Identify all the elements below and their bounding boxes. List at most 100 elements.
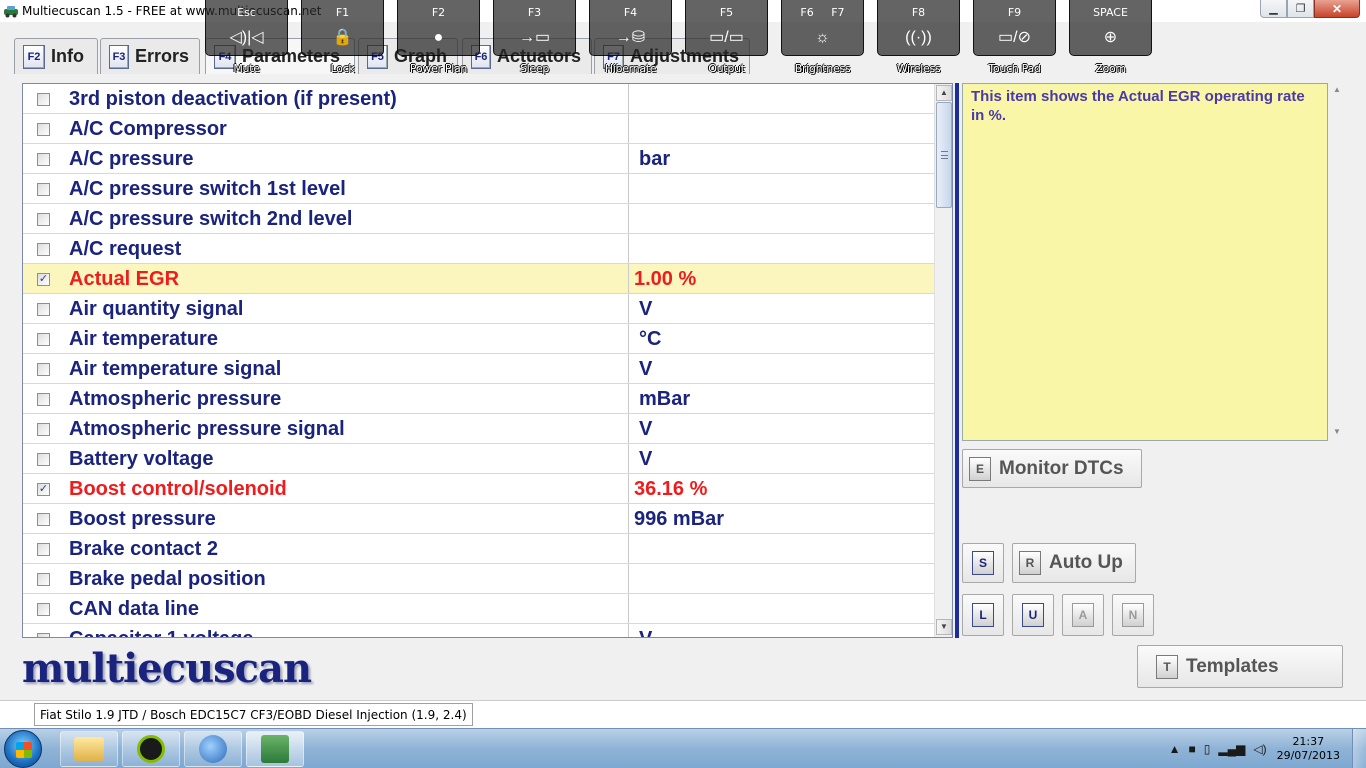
a-button[interactable]: A: [1062, 594, 1104, 636]
panel-divider: [955, 83, 959, 638]
auto-up-button[interactable]: R Auto Up: [1012, 543, 1136, 583]
table-row[interactable]: Air temperature signal V: [23, 354, 934, 384]
row-checkbox[interactable]: [37, 543, 50, 556]
taskbar-multiecuscan[interactable]: [246, 731, 304, 767]
table-row[interactable]: A/C pressure bar: [23, 144, 934, 174]
start-button[interactable]: [4, 730, 42, 768]
show-hidden-icon[interactable]: ▲: [1169, 742, 1181, 756]
osd-key-label: F3: [527, 6, 542, 19]
osd-key-power-plan[interactable]: F2 ●: [397, 0, 480, 56]
row-checkbox[interactable]: [37, 93, 50, 106]
multiecuscan-logo: multiecuscan: [22, 645, 312, 692]
network-icon[interactable]: ▂▄▆: [1218, 742, 1245, 756]
osd-key-hibernate[interactable]: F4 →⛁: [589, 0, 672, 56]
osd-key-brightness[interactable]: F6 F7 ☼: [781, 0, 864, 56]
taskbar: ▲ ■ ▯ ▂▄▆ ◁) 21:37 29/07/2013: [0, 728, 1366, 768]
parameter-value: V: [639, 298, 653, 320]
parameter-value: [629, 174, 934, 203]
row-checkbox[interactable]: [37, 153, 50, 166]
row-checkbox[interactable]: [37, 453, 50, 466]
table-row[interactable]: ✓ Boost control/solenoid 36.16 %: [23, 474, 934, 504]
row-checkbox[interactable]: [37, 603, 50, 616]
clock-date: 29/07/2013: [1276, 749, 1340, 762]
u-button[interactable]: U: [1012, 594, 1054, 636]
show-desktop-button[interactable]: [1352, 729, 1366, 768]
row-checkbox[interactable]: [37, 633, 50, 637]
row-checkbox[interactable]: [37, 363, 50, 376]
description-scrollbar[interactable]: ▲ ▼: [1330, 83, 1344, 441]
osd-key-output[interactable]: F5 ▭/▭: [685, 0, 768, 56]
table-row[interactable]: Brake contact 2: [23, 534, 934, 564]
row-checkbox[interactable]: [37, 213, 50, 226]
n-button[interactable]: N: [1112, 594, 1154, 636]
osd-key-touchpad[interactable]: F9 ▭/⊘: [973, 0, 1056, 56]
row-checkbox[interactable]: ✓: [37, 273, 50, 286]
tab-info[interactable]: F2 Info: [14, 38, 98, 74]
close-button[interactable]: ✕: [1314, 0, 1360, 18]
parameter-name: Air quantity signal: [65, 294, 629, 323]
scroll-up-button[interactable]: ▲: [936, 85, 952, 101]
table-row[interactable]: 3rd piston deactivation (if present): [23, 84, 934, 114]
s-button[interactable]: S: [962, 543, 1004, 583]
taskbar-spotify[interactable]: [122, 731, 180, 767]
scroll-thumb[interactable]: [936, 102, 952, 208]
osd-key-wireless[interactable]: F8 ((·)): [877, 0, 960, 56]
osd-key-lock[interactable]: F1 🔒: [301, 0, 384, 56]
table-row[interactable]: Atmospheric pressure signal V: [23, 414, 934, 444]
row-checkbox[interactable]: [37, 573, 50, 586]
osd-hotkey-bar: Esc ◁)|◁ F1 🔒 F2 ● F3 →▭ F4 →⛁ F5 ▭/▭ F6…: [205, 0, 1162, 60]
l-button[interactable]: L: [962, 594, 1004, 636]
table-row[interactable]: Battery voltage V: [23, 444, 934, 474]
zoom-icon: ⊕: [1103, 29, 1118, 46]
row-checkbox[interactable]: [37, 243, 50, 256]
taskbar-explorer[interactable]: [60, 731, 118, 767]
row-checkbox[interactable]: [37, 423, 50, 436]
table-row[interactable]: A/C request: [23, 234, 934, 264]
minimize-button[interactable]: ▁: [1260, 0, 1287, 18]
parameter-name: Boost control/solenoid: [65, 474, 629, 503]
scroll-down-button[interactable]: ▼: [936, 619, 952, 635]
row-checkbox[interactable]: [37, 513, 50, 526]
table-scrollbar[interactable]: ▲ ▼: [934, 84, 952, 637]
osd-key-sleep[interactable]: F3 →▭: [493, 0, 576, 56]
tab-errors[interactable]: F3 Errors: [100, 38, 200, 74]
row-checkbox[interactable]: [37, 393, 50, 406]
table-row[interactable]: Boost pressure 996 mBar: [23, 504, 934, 534]
flag-icon[interactable]: ■: [1189, 742, 1196, 756]
table-row[interactable]: CAN data line: [23, 594, 934, 624]
parameter-value: [629, 594, 934, 623]
osd-key-mute[interactable]: Esc ◁)|◁: [205, 0, 288, 56]
row-checkbox[interactable]: [37, 183, 50, 196]
taskbar-thunderbird[interactable]: [184, 731, 242, 767]
table-row[interactable]: ✓ Actual EGR 1.00 %: [23, 264, 934, 294]
arrow-down-icon[interactable]: ▼: [1333, 427, 1341, 436]
row-checkbox-cell: [23, 414, 65, 444]
table-row[interactable]: A/C pressure switch 2nd level: [23, 204, 934, 234]
display-output-icon: ▭/▭: [709, 29, 744, 46]
arrow-up-icon[interactable]: ▲: [1333, 85, 1341, 94]
osd-caption: Lock: [330, 62, 355, 75]
row-checkbox-cell: [23, 234, 65, 264]
volume-icon[interactable]: ◁): [1253, 742, 1266, 756]
sleep-icon: →▭: [518, 29, 551, 46]
table-row[interactable]: A/C Compressor: [23, 114, 934, 144]
osd-key-zoom[interactable]: SPACE ⊕: [1069, 0, 1152, 56]
table-row[interactable]: Capacitor 1 voltageV: [23, 624, 934, 637]
table-row[interactable]: Atmospheric pressure mBar: [23, 384, 934, 414]
parameter-name: Brake pedal position: [65, 564, 629, 593]
maximize-button[interactable]: ❐: [1287, 0, 1314, 18]
row-checkbox[interactable]: [37, 303, 50, 316]
table-row[interactable]: Air quantity signal V: [23, 294, 934, 324]
row-checkbox[interactable]: [37, 333, 50, 346]
table-row[interactable]: Air temperature °C: [23, 324, 934, 354]
templates-button[interactable]: T Templates: [1137, 645, 1343, 688]
table-row[interactable]: Brake pedal position: [23, 564, 934, 594]
table-row[interactable]: A/C pressure switch 1st level: [23, 174, 934, 204]
monitor-dtcs-button[interactable]: E Monitor DTCs: [962, 449, 1142, 488]
clock[interactable]: 21:37 29/07/2013: [1277, 735, 1340, 763]
parameter-name: A/C pressure: [65, 144, 629, 173]
row-checkbox[interactable]: [37, 123, 50, 136]
templates-key: T: [1156, 654, 1178, 679]
battery-icon[interactable]: ▯: [1204, 742, 1211, 756]
row-checkbox[interactable]: ✓: [37, 483, 50, 496]
